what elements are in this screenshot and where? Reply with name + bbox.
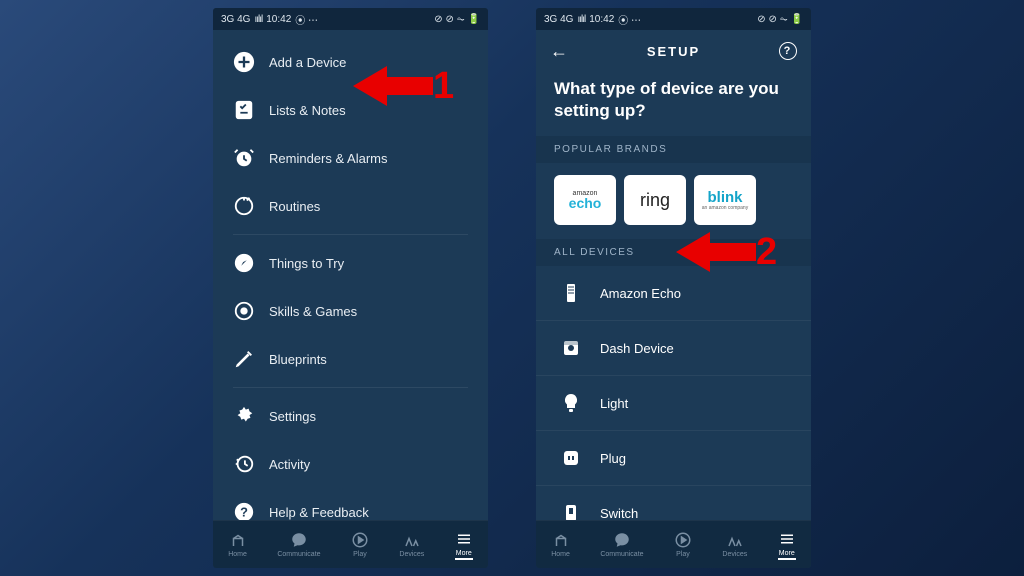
- setup-header: ← SETUP ?: [536, 30, 811, 72]
- chat-icon: [613, 531, 631, 549]
- tab-communicate[interactable]: Communicate: [277, 531, 320, 558]
- dash-icon: [558, 335, 584, 361]
- target-icon: [233, 300, 255, 322]
- menu-item-label: Skills & Games: [269, 304, 357, 319]
- devices-icon: [403, 531, 421, 549]
- device-item-plug[interactable]: Plug: [536, 431, 811, 486]
- menu-item-label: Help & Feedback: [269, 505, 369, 520]
- section-popular-brands: POPULAR BRANDS: [536, 136, 811, 163]
- back-button[interactable]: ←: [550, 41, 570, 62]
- plug-icon: [558, 445, 584, 471]
- menu-item-label: Activity: [269, 457, 310, 472]
- device-item-label: Switch: [600, 506, 638, 520]
- tab-devices[interactable]: Devices: [399, 531, 424, 558]
- chat-icon: [290, 531, 308, 549]
- menu-item-blueprints[interactable]: Blueprints: [213, 335, 488, 383]
- popular-brands-row: amazon echo ring blink an amazon company: [536, 163, 811, 239]
- tab-play[interactable]: Play: [351, 531, 369, 558]
- tab-home[interactable]: Home: [551, 531, 570, 558]
- menu-item-help[interactable]: ? Help & Feedback: [213, 488, 488, 520]
- status-right-icons: ⊘ ⊘ ⏦ 🔋: [434, 14, 480, 25]
- menu-item-label: Add a Device: [269, 55, 346, 70]
- play-icon: [674, 531, 692, 549]
- phone-left-more-screen: 3G 4G ıılıl 10:42 ⦿ ⋯ ⊘ ⊘ ⏦ 🔋 Add a Devi…: [213, 8, 488, 568]
- menu-item-label: Lists & Notes: [269, 103, 346, 118]
- plus-circle-icon: [233, 51, 255, 73]
- signal-icon: ıılıl: [254, 14, 262, 25]
- routines-icon: [233, 195, 255, 217]
- device-item-amazon-echo[interactable]: Amazon Echo: [536, 266, 811, 321]
- tab-communicate[interactable]: Communicate: [600, 531, 643, 558]
- gear-icon: [233, 405, 255, 427]
- setup-question: What type of device are you setting up?: [536, 72, 811, 136]
- menu-item-activity[interactable]: Activity: [213, 440, 488, 488]
- menu-item-label: Reminders & Alarms: [269, 151, 387, 166]
- device-item-label: Light: [600, 396, 628, 411]
- device-item-label: Amazon Echo: [600, 286, 681, 301]
- menu-item-label: Settings: [269, 409, 316, 424]
- device-item-label: Dash Device: [600, 341, 674, 356]
- menu-item-label: Blueprints: [269, 352, 327, 367]
- menu-item-lists[interactable]: Lists & Notes: [213, 86, 488, 134]
- alarm-icon: [233, 147, 255, 169]
- menu-item-add-device[interactable]: Add a Device: [213, 38, 488, 86]
- checklist-icon: [233, 99, 255, 121]
- brand-blink[interactable]: blink an amazon company: [694, 175, 756, 225]
- tab-devices[interactable]: Devices: [722, 531, 747, 558]
- clock: 10:42: [266, 14, 291, 25]
- more-icon: [455, 530, 473, 548]
- more-menu-list: Add a Device Lists & Notes Reminders & A…: [213, 30, 488, 520]
- switch-icon: [558, 500, 584, 520]
- divider: [233, 234, 468, 235]
- status-extra: ⦿ ⋯: [295, 12, 318, 27]
- home-icon: [229, 531, 247, 549]
- help-button[interactable]: ?: [779, 42, 797, 60]
- phone-right-setup-screen: 3G 4G ıılıl 10:42 ⦿ ⋯ ⊘ ⊘ ⏦ 🔋 ← SETUP ? …: [536, 8, 811, 568]
- more-icon: [778, 530, 796, 548]
- compass-icon: [233, 252, 255, 274]
- bulb-icon: [558, 390, 584, 416]
- header-title: SETUP: [647, 44, 700, 59]
- bottom-tab-bar: Home Communicate Play Devices More: [536, 520, 811, 568]
- brand-amazon-echo[interactable]: amazon echo: [554, 175, 616, 225]
- pencil-icon: [233, 348, 255, 370]
- menu-item-skills[interactable]: Skills & Games: [213, 287, 488, 335]
- bottom-tab-bar: Home Communicate Play Devices More: [213, 520, 488, 568]
- status-bar: 3G 4G ıılıl 10:42 ⦿ ⋯ ⊘ ⊘ ⏦ 🔋: [213, 8, 488, 30]
- device-item-light[interactable]: Light: [536, 376, 811, 431]
- divider: [233, 387, 468, 388]
- menu-item-settings[interactable]: Settings: [213, 392, 488, 440]
- tab-play[interactable]: Play: [674, 531, 692, 558]
- clock: 10:42: [589, 14, 614, 25]
- device-item-label: Plug: [600, 451, 626, 466]
- status-extra: ⦿ ⋯: [618, 12, 641, 27]
- status-right-icons: ⊘ ⊘ ⏦ 🔋: [757, 14, 803, 25]
- svg-text:?: ?: [240, 505, 248, 520]
- play-icon: [351, 531, 369, 549]
- menu-item-label: Routines: [269, 199, 320, 214]
- device-item-dash[interactable]: Dash Device: [536, 321, 811, 376]
- home-icon: [552, 531, 570, 549]
- signal-icon: ıılıl: [577, 14, 585, 25]
- brand-ring[interactable]: ring: [624, 175, 686, 225]
- network-label: 3G 4G: [544, 14, 573, 25]
- tab-home[interactable]: Home: [228, 531, 247, 558]
- status-bar: 3G 4G ıılıl 10:42 ⦿ ⋯ ⊘ ⊘ ⏦ 🔋: [536, 8, 811, 30]
- history-icon: [233, 453, 255, 475]
- network-label: 3G 4G: [221, 14, 250, 25]
- section-all-devices: ALL DEVICES: [536, 239, 811, 266]
- menu-item-label: Things to Try: [269, 256, 344, 271]
- menu-item-things[interactable]: Things to Try: [213, 239, 488, 287]
- tab-more[interactable]: More: [778, 530, 796, 560]
- tab-more[interactable]: More: [455, 530, 473, 560]
- menu-item-reminders[interactable]: Reminders & Alarms: [213, 134, 488, 182]
- devices-icon: [726, 531, 744, 549]
- device-item-switch[interactable]: Switch: [536, 486, 811, 520]
- help-icon: ?: [233, 501, 255, 520]
- menu-item-routines[interactable]: Routines: [213, 182, 488, 230]
- echo-device-icon: [558, 280, 584, 306]
